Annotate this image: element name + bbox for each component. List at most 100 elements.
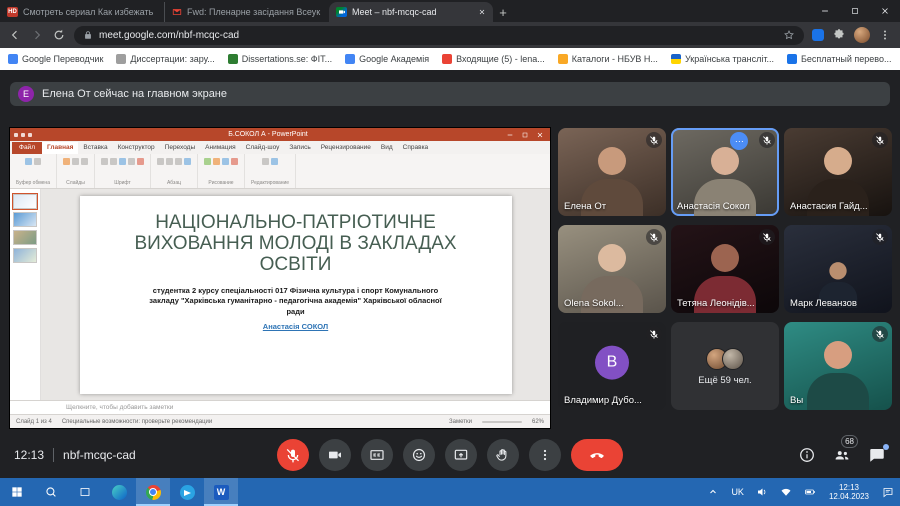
action-center-icon xyxy=(882,486,894,498)
more-participants-tile[interactable]: Ещё 59 чел. xyxy=(671,322,779,410)
favicon xyxy=(8,54,18,64)
chat-panel-button[interactable] xyxy=(868,446,886,464)
taskbar-word[interactable]: W xyxy=(204,478,238,506)
bookmark-item[interactable]: Українська трансліт... xyxy=(671,54,774,64)
forward-icon[interactable] xyxy=(30,28,44,42)
ppt-close-icon xyxy=(534,128,546,141)
word-icon: W xyxy=(214,485,229,500)
ribbon-group: Слайды xyxy=(57,154,95,188)
bookmark-item[interactable]: Каталоги - НБУВ Н... xyxy=(558,54,658,64)
browser-tab-2[interactable]: Fwd: Пленарне засідання Всеук xyxy=(164,2,329,22)
slide-thumbnail xyxy=(13,194,37,209)
browser-tab-1[interactable]: HD Смотреть сериал Как избежать xyxy=(0,2,164,22)
network-button[interactable] xyxy=(774,478,798,506)
browser-tab-meet[interactable]: Meet – nbf-mcqc-cad xyxy=(329,2,493,22)
captions-button[interactable] xyxy=(361,439,393,471)
taskbar-telegram[interactable] xyxy=(170,478,204,506)
bookmark-item[interactable]: Бесплатный перево... xyxy=(787,54,892,64)
taskbar-edge[interactable] xyxy=(102,478,136,506)
shared-screen-presentation[interactable]: Б.СОКОЛ А - PowerPoint Файл Главная Вста… xyxy=(10,128,550,428)
video-tile[interactable]: Тетяна Леонідів... xyxy=(671,225,779,313)
tab-label: Meet – nbf-mcqc-cad xyxy=(352,7,473,17)
meeting-details-button[interactable] xyxy=(798,446,816,464)
volume-button[interactable] xyxy=(750,478,774,506)
caret-up-icon xyxy=(707,486,719,498)
participant-name: Тетяна Леонідів... xyxy=(677,298,755,309)
taskbar-clock[interactable]: 12:13 12.04.2023 xyxy=(822,478,876,506)
video-tile[interactable]: В Владимир Дубо... xyxy=(558,322,666,410)
close-button[interactable] xyxy=(870,0,900,22)
ppt-tab: Вставка xyxy=(78,142,112,154)
mic-off-icon xyxy=(285,447,301,463)
taskbar-chrome[interactable] xyxy=(136,478,170,506)
taskbar-search-button[interactable] xyxy=(34,478,68,506)
video-tile[interactable]: Olena Sokol... xyxy=(558,225,666,313)
mic-toggle-button[interactable] xyxy=(277,439,309,471)
ppt-quick-access-icon xyxy=(21,133,25,137)
wifi-icon xyxy=(780,486,792,498)
tab-close-icon[interactable] xyxy=(478,8,486,16)
slide-author: Анастасія СОКОЛ xyxy=(80,322,512,331)
people-panel-button[interactable]: 68 xyxy=(833,446,851,464)
more-options-button[interactable] xyxy=(529,439,561,471)
task-view-button[interactable] xyxy=(68,478,102,506)
bookmark-item[interactable]: Dissertations.se: ФІТ... xyxy=(228,54,332,64)
browser-menu-icon[interactable] xyxy=(878,28,892,42)
participant-name: Марк Леванзов xyxy=(790,298,857,309)
extensions-puzzle-icon[interactable] xyxy=(832,28,846,42)
minimize-button[interactable] xyxy=(810,0,840,22)
action-center-button[interactable] xyxy=(876,478,900,506)
favicon xyxy=(787,54,797,64)
participant-initial-avatar: В xyxy=(595,346,629,380)
ppt-minimize-icon xyxy=(504,128,516,141)
mail-favicon xyxy=(172,7,182,17)
ppt-maximize-icon xyxy=(519,128,531,141)
browser-toolbar: meet.google.com/nbf-mcqc-cad xyxy=(0,22,900,48)
new-tab-button[interactable]: + xyxy=(493,2,513,22)
hd-favicon: HD xyxy=(7,7,18,17)
battery-button[interactable] xyxy=(798,478,822,506)
reload-icon[interactable] xyxy=(52,28,66,42)
tray-expand-button[interactable] xyxy=(701,478,725,506)
bookmark-item[interactable]: Входящие (5) - lena... xyxy=(442,54,545,64)
start-button[interactable] xyxy=(0,478,34,506)
participant-name: Olena Sokol... xyxy=(564,298,624,309)
camera-toggle-button[interactable] xyxy=(319,439,351,471)
divider xyxy=(53,448,54,462)
lock-icon xyxy=(83,30,93,40)
main-screen-notification: Е Елена От сейчас на главном экране xyxy=(10,82,890,106)
ppt-ribbon-tabs: Файл Главная Вставка Конструктор Переход… xyxy=(10,141,550,154)
volume-icon xyxy=(756,486,768,498)
back-icon[interactable] xyxy=(8,28,22,42)
reactions-button[interactable] xyxy=(403,439,435,471)
extension-icon[interactable] xyxy=(812,29,824,41)
meet-control-bar: 12:13 nbf-mcqc-cad 68 xyxy=(0,432,900,478)
browser-tab-bar: HD Смотреть сериал Как избежать Fwd: Пле… xyxy=(0,0,900,22)
bookmark-item[interactable]: Диссертации: зару... xyxy=(116,54,214,64)
tab-label: Смотреть сериал Как избежать xyxy=(23,7,157,17)
video-tile[interactable]: Марк Леванзов xyxy=(784,225,892,313)
video-tile-pinned[interactable]: ⋯ Анастасія Сокол xyxy=(671,128,779,216)
video-tile[interactable]: Анастасия Гайд... xyxy=(784,128,892,216)
hand-icon xyxy=(495,447,511,463)
language-indicator[interactable]: UK xyxy=(725,478,750,506)
new-message-dot xyxy=(883,444,889,450)
bookmark-item[interactable]: Google Переводчик xyxy=(8,54,103,64)
bookmark-star-icon[interactable] xyxy=(783,29,795,41)
address-bar[interactable]: meet.google.com/nbf-mcqc-cad xyxy=(74,26,804,45)
maximize-button[interactable] xyxy=(840,0,870,22)
video-tile[interactable]: Елена От xyxy=(558,128,666,216)
participant-name: Владимир Дубо... xyxy=(564,395,642,406)
self-video-tile[interactable]: Вы xyxy=(784,322,892,410)
meeting-code: nbf-mcqc-cad xyxy=(63,448,136,462)
present-button[interactable] xyxy=(445,439,477,471)
ppt-tab: Конструктор xyxy=(113,142,160,154)
raise-hand-button[interactable] xyxy=(487,439,519,471)
profile-avatar[interactable] xyxy=(854,27,870,43)
favicon xyxy=(228,54,238,64)
leave-call-button[interactable] xyxy=(571,439,623,471)
bookmark-item[interactable]: Google Академія xyxy=(345,54,429,64)
search-icon xyxy=(44,485,58,499)
mic-off-icon xyxy=(646,326,662,342)
ppt-tab: Запись xyxy=(284,142,315,154)
